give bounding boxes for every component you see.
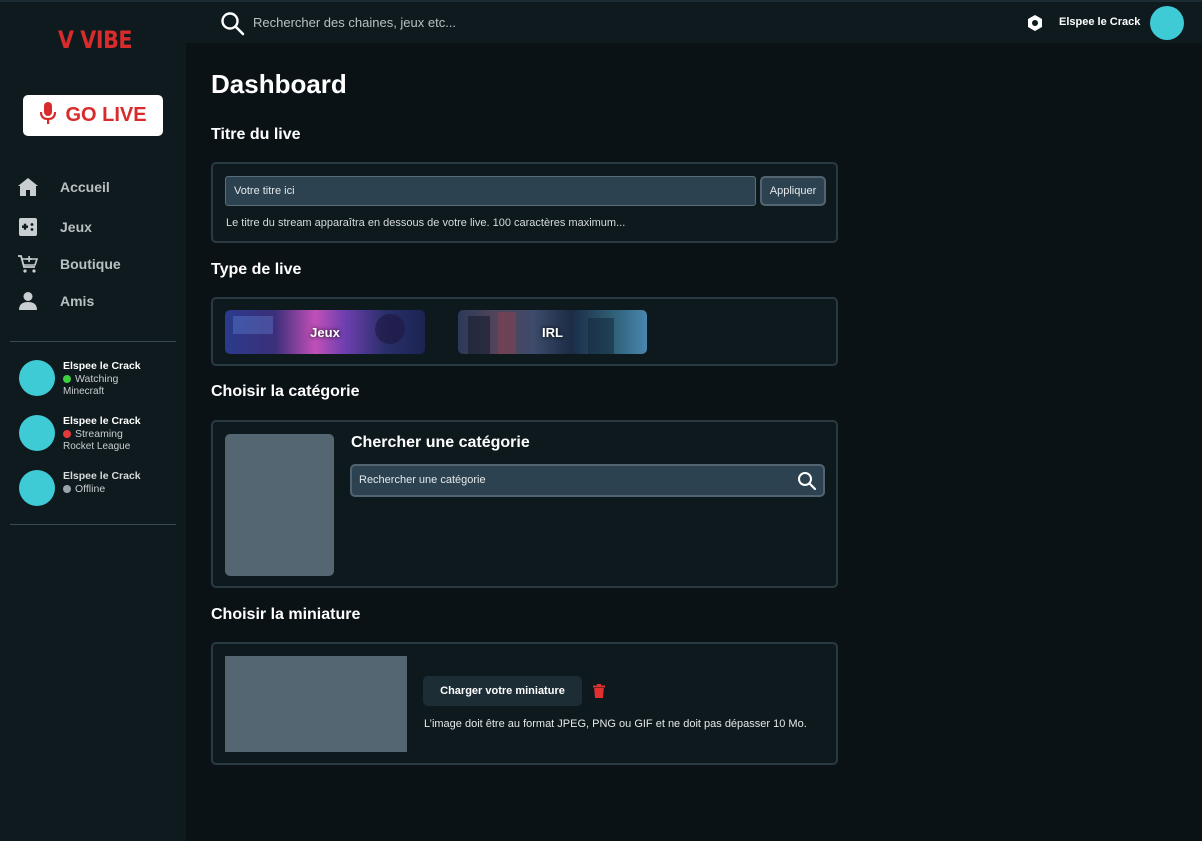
type-option-label: IRL: [542, 324, 563, 340]
avatar: [19, 360, 55, 396]
thumbnail-card: Charger votre miniature L’image doit êtr…: [211, 642, 838, 765]
top-bar: Rechercher des chaines, jeux etc... Elsp…: [186, 0, 1202, 43]
app-logo[interactable]: V VIBE: [58, 26, 132, 54]
sidebar-item-jeux[interactable]: Jeux: [16, 212, 92, 242]
go-live-label: GO LIVE: [65, 104, 147, 126]
sidebar-item-boutique[interactable]: Boutique: [16, 249, 121, 279]
live-type-card: Jeux IRL: [211, 297, 838, 366]
sidebar-item-amis[interactable]: Amis: [16, 286, 94, 316]
status-dot-icon: [63, 430, 71, 438]
category-preview: [225, 434, 334, 576]
tile-decoration: [498, 312, 516, 354]
person-icon: [16, 289, 40, 313]
page-title: Dashboard: [211, 69, 347, 99]
upload-thumbnail-button[interactable]: Charger votre miniature: [423, 676, 582, 706]
sidebar-item-label: Amis: [60, 293, 95, 309]
cart-icon: [16, 252, 40, 276]
friend-status: Streaming: [63, 428, 123, 440]
type-option-jeux[interactable]: Jeux: [225, 310, 425, 354]
friend-status: Watching: [63, 373, 118, 385]
avatar: [19, 470, 55, 506]
status-dot-icon: [63, 485, 71, 493]
section-title-category: Choisir la catégorie: [211, 383, 360, 400]
type-option-irl[interactable]: IRL: [458, 310, 647, 354]
sidebar-divider: [10, 524, 176, 525]
section-title-live-title: Titre du live: [211, 126, 301, 143]
friend-name: Elspee le Crack: [63, 360, 141, 372]
category-search-field[interactable]: Rechercher une catégorie: [350, 464, 825, 497]
apply-button[interactable]: Appliquer: [760, 176, 826, 206]
friend-status: Offline: [63, 483, 105, 495]
search-icon[interactable]: [797, 471, 817, 496]
tile-decoration: [468, 316, 490, 354]
home-icon: [16, 175, 40, 199]
category-card: Chercher une catégorie Rechercher une ca…: [211, 420, 838, 588]
sidebar: V VIBE GO LIVE Accueil Jeux Boutique Ami…: [0, 0, 186, 841]
user-name[interactable]: Elspee le Crack: [1059, 16, 1140, 28]
sidebar-item-label: Boutique: [60, 256, 121, 272]
gear-icon[interactable]: [1026, 14, 1044, 37]
sidebar-item-label: Accueil: [60, 179, 110, 195]
live-title-input[interactable]: [225, 176, 756, 206]
search-input[interactable]: Rechercher des chaines, jeux etc...: [253, 15, 456, 30]
status-dot-icon: [63, 375, 71, 383]
gamepad-icon: [16, 215, 40, 239]
tile-decoration: [233, 316, 273, 334]
avatar: [19, 415, 55, 451]
friend-game: Rocket League: [63, 441, 131, 452]
type-option-label: Jeux: [310, 324, 340, 340]
friend-status-label: Streaming: [75, 428, 123, 440]
friend-status-label: Offline: [75, 483, 106, 495]
section-title-thumbnail: Choisir la miniature: [211, 606, 361, 623]
friend-name: Elspee le Crack: [63, 415, 141, 427]
trash-icon[interactable]: [593, 684, 605, 703]
sidebar-item-label: Jeux: [60, 219, 92, 235]
tile-decoration: [588, 318, 614, 354]
friend-game: Minecraft: [63, 386, 105, 397]
friend-status-label: Watching: [75, 373, 119, 385]
go-live-button[interactable]: GO LIVE: [23, 95, 163, 136]
title-hint: Le titre du stream apparaîtra en dessous…: [226, 217, 626, 229]
section-title-live-type: Type de live: [211, 261, 302, 278]
friend-name: Elspee le Crack: [63, 470, 141, 482]
thumbnail-preview: [225, 656, 407, 752]
avatar[interactable]: [1150, 6, 1184, 40]
category-heading: Chercher une catégorie: [351, 434, 530, 451]
sidebar-item-accueil[interactable]: Accueil: [16, 172, 110, 202]
microphone-icon: [39, 101, 57, 130]
search-icon[interactable]: [220, 11, 246, 42]
tile-decoration: [375, 314, 405, 344]
live-title-card: Appliquer Le titre du stream apparaîtra …: [211, 162, 838, 243]
thumbnail-hint: L’image doit être au format JPEG, PNG ou…: [424, 718, 807, 730]
category-search-input[interactable]: Rechercher une catégorie: [359, 474, 486, 486]
sidebar-divider: [10, 341, 176, 342]
